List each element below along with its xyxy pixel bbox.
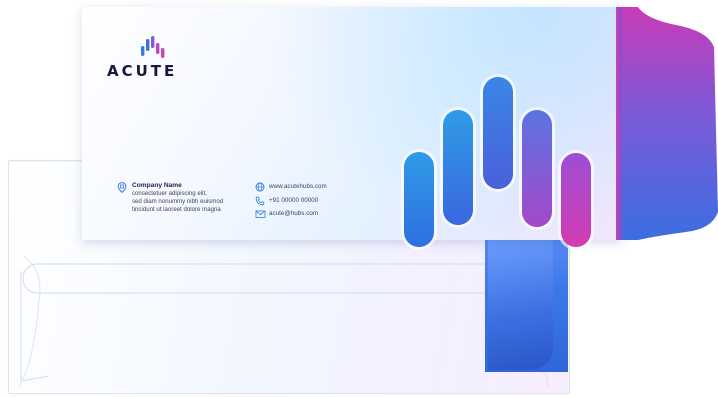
contact-website-text: www.acutehubs.com <box>269 183 327 190</box>
company-line-2: sed diam nonummy nibh euismod <box>132 198 224 205</box>
building-icon <box>117 182 127 193</box>
decor-pill-4 <box>522 110 552 227</box>
envelope-mockup: ACUTE Company Name consectetuer adipisci… <box>0 0 718 397</box>
contact-email-text: acute@hubs.com <box>269 210 319 217</box>
envelope-flap <box>616 7 718 240</box>
decor-pill-3 <box>483 77 513 189</box>
phone-icon <box>255 196 265 206</box>
company-line-1: consectetuer adipiscing elit, <box>132 190 207 197</box>
globe-icon <box>255 182 265 192</box>
decor-pill-1 <box>404 152 434 247</box>
contact-phone-text: +91 00000 00000 <box>269 197 319 204</box>
back-envelope-inner-panel <box>488 236 553 370</box>
logo-wordmark: ACUTE <box>107 62 178 80</box>
decor-pill-2 <box>443 110 473 225</box>
mail-icon <box>255 210 266 218</box>
company-name: Company Name <box>132 182 182 189</box>
company-line-3: tincidunt ut laoreet dolore magna <box>132 206 221 213</box>
decor-pill-5 <box>561 153 591 247</box>
